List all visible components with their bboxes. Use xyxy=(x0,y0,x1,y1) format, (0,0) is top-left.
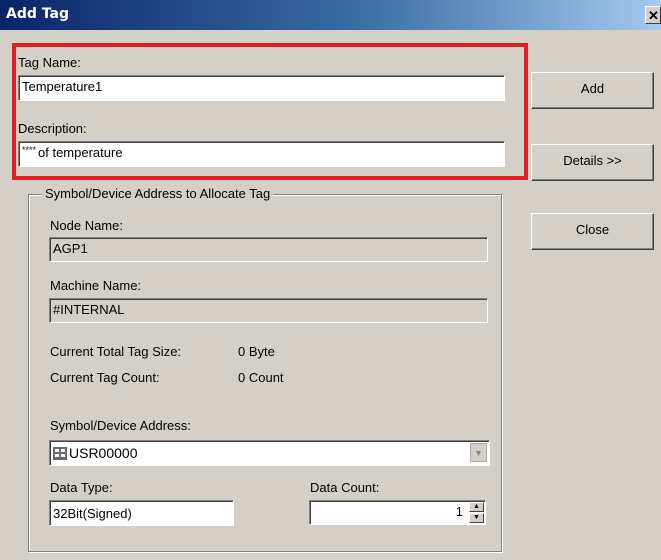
grid-icon xyxy=(53,447,67,460)
current-tag-count-label: Current Tag Count: xyxy=(50,370,160,385)
window-title: Add Tag xyxy=(6,6,69,22)
close-window-icon[interactable]: ✕ xyxy=(645,6,661,24)
tag-name-input[interactable]: Temperature1 xyxy=(18,75,505,101)
description-value: of temperature xyxy=(38,145,123,160)
arrow-down-icon[interactable]: ▼ xyxy=(469,513,484,523)
symbol-device-address-dropdown[interactable]: USR00000 ▼ xyxy=(49,440,490,466)
details-button[interactable]: Details >> xyxy=(531,144,654,181)
description-prefix: **** xyxy=(22,145,37,155)
arrow-up-icon[interactable]: ▲ xyxy=(469,502,484,512)
chevron-down-icon[interactable]: ▼ xyxy=(470,443,487,462)
add-tag-dialog: Add Tag ✕ Tag Name: Temperature1 Descrip… xyxy=(0,0,661,560)
data-count-stepper[interactable]: 1 ▲ ▼ xyxy=(309,500,486,525)
node-name-field: AGP1 xyxy=(49,237,488,262)
tag-name-value: Temperature1 xyxy=(22,79,103,94)
title-bar: Add Tag ✕ xyxy=(0,0,661,30)
data-type-field[interactable]: 32Bit(Signed) xyxy=(49,500,234,526)
group-title: Symbol/Device Address to Allocate Tag xyxy=(42,186,274,201)
data-type-label: Data Type: xyxy=(50,480,113,495)
current-total-tag-size-label: Current Total Tag Size: xyxy=(50,344,182,359)
current-total-tag-size-value: 0 Byte xyxy=(238,344,275,359)
data-count-value: 1 xyxy=(455,504,463,519)
symbol-device-address-value: USR00000 xyxy=(69,445,138,461)
current-tag-count-value: 0 Count xyxy=(238,370,284,385)
symbol-device-address-label: Symbol/Device Address: xyxy=(50,418,191,433)
close-button[interactable]: Close xyxy=(531,213,654,250)
description-input[interactable]: **** of temperature xyxy=(18,141,505,167)
data-type-value: 32Bit(Signed) xyxy=(53,506,132,521)
description-label: Description: xyxy=(18,121,87,136)
data-count-spinner[interactable]: ▲ ▼ xyxy=(469,502,484,523)
node-name-value: AGP1 xyxy=(53,241,88,256)
tag-name-label: Tag Name: xyxy=(18,55,81,70)
data-count-label: Data Count: xyxy=(310,480,380,495)
add-button[interactable]: Add xyxy=(531,72,654,109)
machine-name-label: Machine Name: xyxy=(50,278,142,293)
machine-name-field: #INTERNAL xyxy=(49,298,488,323)
node-name-label: Node Name: xyxy=(50,218,123,233)
machine-name-value: #INTERNAL xyxy=(53,302,125,317)
